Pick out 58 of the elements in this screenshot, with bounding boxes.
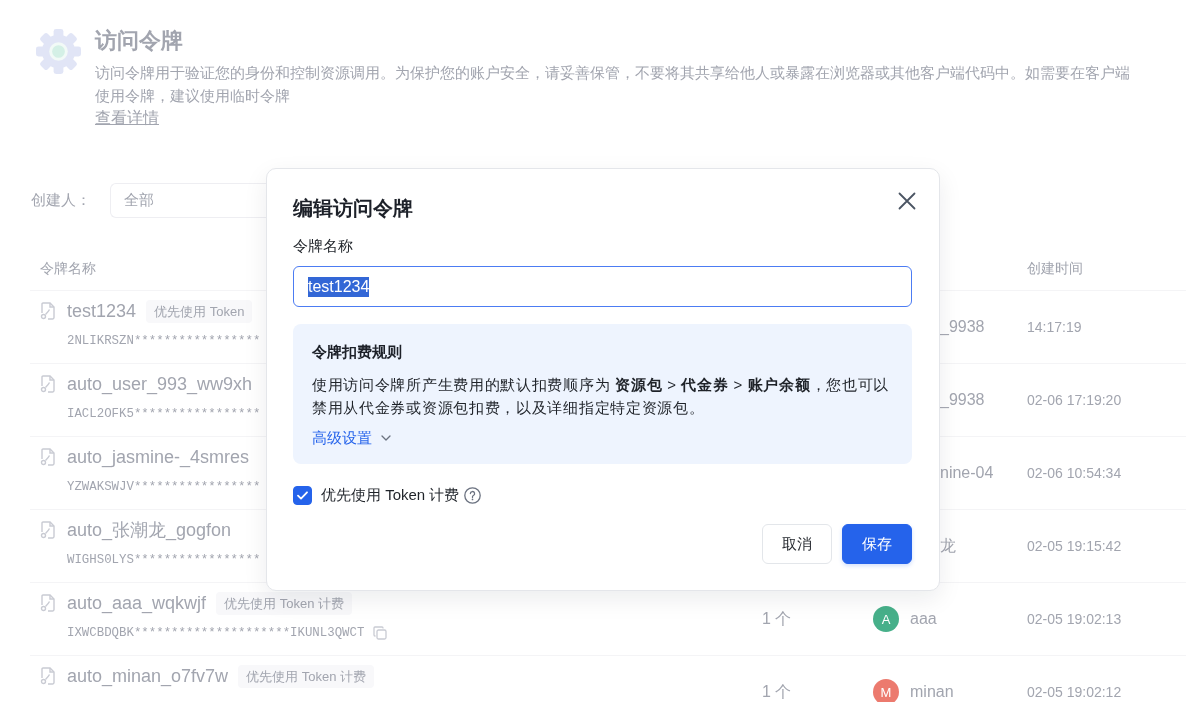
filter-label: 创建人： [31, 191, 91, 210]
chevron-down-icon [381, 435, 391, 441]
document-icon [40, 521, 56, 539]
billing-tag: 优先使用 Token 计费 [216, 591, 353, 615]
billing-rules-text: 使用访问令牌所产生费用的默认扣费顺序为 资源包 > 代金券 > 账户余额，您也可以禁用从代金券或资源包扣费，以及详细指定特定资源包。 [312, 375, 891, 418]
token-name[interactable]: auto_aaa_wqkwjf [67, 592, 207, 614]
save-button[interactable]: 保存 [842, 524, 912, 564]
avatar: A [873, 606, 899, 632]
created-time: 02-05 19:02:13 [1027, 611, 1122, 627]
created-time: 02-06 17:19:20 [1027, 392, 1122, 408]
created-time: 02-05 19:15:42 [1027, 538, 1122, 554]
close-icon [898, 192, 916, 210]
creator-name: _9938 [940, 391, 985, 409]
billing-rules-title: 令牌扣费规则 [312, 342, 402, 362]
creator-name: nine-04 [940, 464, 994, 482]
token-name[interactable]: auto_minan_o7fv7w [67, 665, 229, 687]
column-header: 令牌名称 [40, 260, 96, 278]
token-name[interactable]: auto_张潮龙_gogfon [67, 518, 232, 542]
field-label: 令牌名称 [293, 236, 353, 256]
created-time: 02-06 10:54:34 [1027, 465, 1122, 481]
advanced-settings-link[interactable]: 高级设置 [312, 427, 391, 449]
billing-tag: 优先使用 Token 计费 [238, 664, 375, 688]
token-name[interactable]: test1234 [67, 300, 137, 322]
token-count: 1 个 [762, 681, 792, 702]
creator-name: minan [910, 683, 954, 701]
document-icon [40, 594, 56, 612]
page-title: 访问令牌 [95, 28, 183, 54]
help-icon[interactable] [464, 486, 482, 504]
masked-key: IACL2OFK5***************** [67, 407, 261, 421]
created-time: 02-05 19:02:12 [1027, 684, 1122, 700]
creator-name: 龙 [940, 535, 956, 556]
creator-name: _9938 [940, 318, 985, 336]
check-icon [297, 490, 308, 500]
description-text: 访问令牌用于验证您的身份和控制资源调用。为保护您的账户安全，请妥善保管，不要将其共享给他人或暴露在浏览器或其他客户端代码中。如需要在客户端 使用令牌，建议使用临时令牌 [95, 63, 1130, 106]
close-button[interactable] [897, 191, 917, 211]
created-time: 14:17:19 [1027, 319, 1082, 335]
avatar: M [873, 679, 899, 702]
dialog-title: 编辑访问令牌 [293, 196, 413, 221]
token-count: 1 个 [762, 608, 792, 629]
column-header: 创建时间 [1027, 260, 1083, 278]
gear-icon [35, 28, 82, 75]
document-icon [40, 448, 56, 466]
masked-key: WIGHS0LYS***************** [67, 553, 261, 567]
document-icon [40, 375, 56, 393]
cancel-button[interactable]: 取消 [762, 524, 832, 564]
token-name-input[interactable]: test1234 [293, 266, 912, 307]
creator-name: aaa [910, 610, 937, 628]
details-link[interactable]: 查看详情 [95, 107, 159, 129]
token-name[interactable]: auto_user_993_ww9xh [67, 373, 253, 395]
masked-key: IXWCBDQBK*********************IKUNL3QWCT [67, 626, 365, 640]
document-icon [40, 667, 56, 685]
masked-key: YZWAKSWJV***************** [67, 480, 261, 494]
masked-key: 2NLIKRSZN***************** [67, 334, 261, 348]
document-icon [40, 302, 56, 320]
billing-tag: 优先使用 Token [146, 299, 253, 323]
token-name[interactable]: auto_jasmine-_4smres [67, 446, 250, 468]
checkbox-label: 优先使用 Token 计费 [321, 485, 460, 505]
checkbox[interactable] [293, 485, 312, 505]
